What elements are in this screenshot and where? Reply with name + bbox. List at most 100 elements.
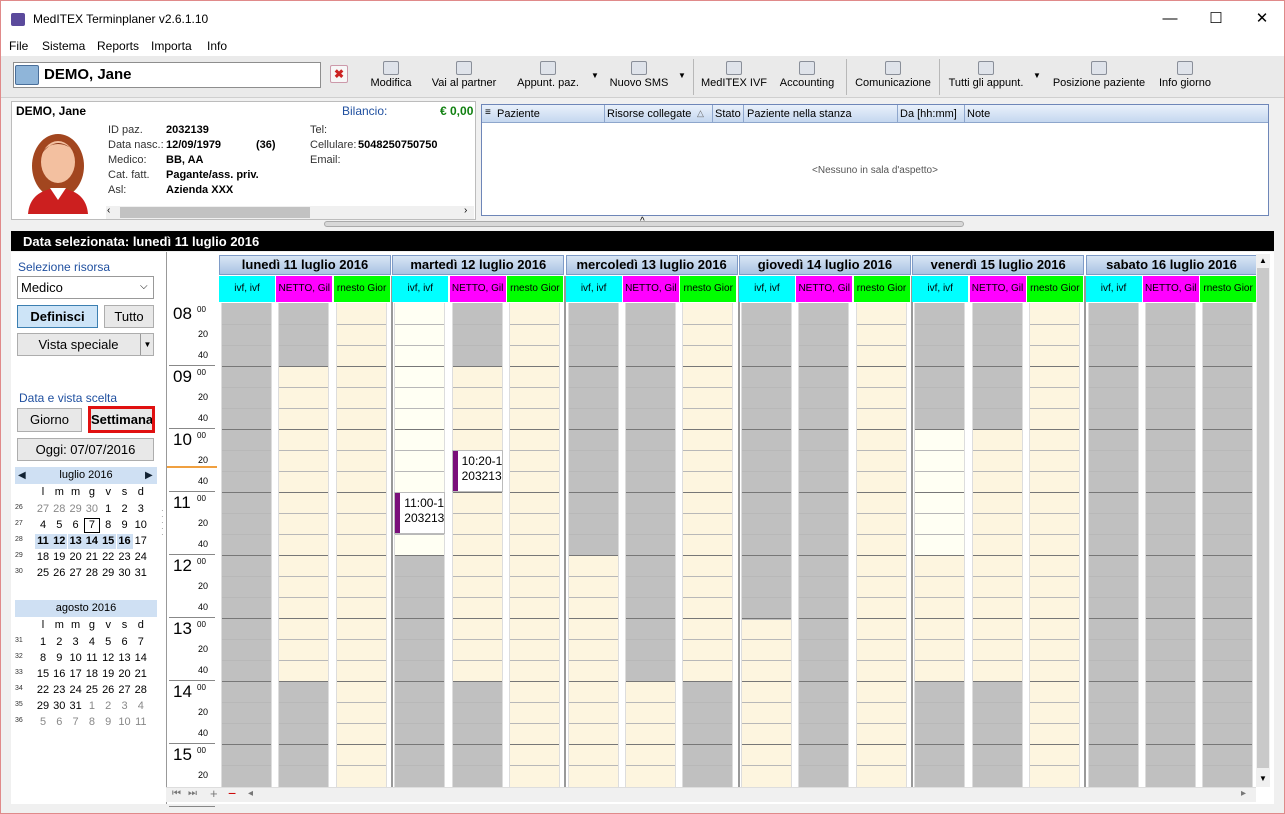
toolbar-appunt-paz[interactable]: Appunt. paz. — [511, 56, 585, 98]
calendar-day[interactable]: 28 — [133, 683, 149, 698]
calendar-day[interactable]: 20 — [117, 667, 133, 682]
calendar-day[interactable]: 12 — [100, 651, 116, 666]
calendar-day[interactable]: 11 — [35, 534, 51, 549]
time-slot-column[interactable] — [1144, 303, 1196, 787]
menu-reports[interactable]: Reports — [97, 39, 139, 53]
time-slot-column[interactable] — [914, 303, 966, 787]
day-header[interactable]: sabato 16 luglio 2016 — [1085, 255, 1258, 275]
time-slot-column[interactable] — [971, 303, 1023, 787]
calendar-day[interactable]: 1 — [35, 635, 51, 650]
calendar-day[interactable]: 22 — [35, 683, 51, 698]
resource-header[interactable]: ivf, ivf — [738, 276, 795, 302]
calendar-day[interactable]: 15 — [35, 667, 51, 682]
toolbar-meditex-ivf[interactable]: MedITEX IVF — [699, 56, 769, 98]
chevron-down-icon[interactable]: ▼ — [140, 334, 154, 355]
col-da[interactable]: Da [hh:mm] — [900, 108, 957, 120]
panel-splitter[interactable]: ^ — [324, 216, 964, 227]
time-slot-column[interactable] — [740, 303, 792, 787]
calendar-day[interactable]: 20 — [68, 550, 84, 565]
calendar-day[interactable]: 15 — [100, 534, 117, 549]
calendar-day[interactable]: 4 — [35, 518, 51, 533]
prev-month-icon[interactable]: ◀ — [18, 467, 26, 484]
calendar-day[interactable]: 31 — [133, 566, 149, 581]
calendar-day[interactable]: 4 — [84, 635, 100, 650]
appointment-block[interactable]: 11:00-1 203213 — [394, 492, 446, 534]
resource-select[interactable]: Medico ⌵ — [17, 276, 154, 299]
resource-header[interactable]: ivf, ivf — [392, 276, 449, 302]
calendar-day[interactable]: 17 — [68, 667, 84, 682]
time-slot-column[interactable] — [624, 303, 676, 787]
scroll-up-icon[interactable]: ▲ — [1259, 256, 1267, 265]
calendar-day[interactable]: 9 — [51, 651, 67, 666]
calendar-day[interactable]: 5 — [51, 518, 67, 533]
toolbar-nuovo-sms[interactable]: Nuovo SMS — [604, 56, 674, 98]
resource-header[interactable]: NETTO, Gil — [796, 276, 853, 302]
scroll-left-icon[interactable]: ◂ — [248, 788, 253, 799]
calendar-day[interactable]: 12 — [51, 534, 68, 549]
special-view-button[interactable]: Vista speciale ▼ — [17, 333, 154, 356]
toolbar-info-giorno[interactable]: Info giorno — [1153, 56, 1217, 98]
time-slot-column[interactable] — [1087, 303, 1139, 787]
col-note[interactable]: Note — [967, 108, 990, 120]
calendar-day[interactable]: 11 — [84, 651, 100, 666]
resource-header[interactable]: rnesto Gior — [506, 276, 563, 302]
resource-header[interactable]: rnesto Gior — [1026, 276, 1083, 302]
remove-icon[interactable]: − — [228, 785, 236, 801]
toolbar-posizione-paziente[interactable]: Posizione paziente — [1049, 56, 1149, 98]
last-icon[interactable]: ⏭ — [188, 788, 197, 799]
calendar-day[interactable]: 5 — [100, 635, 116, 650]
calendar-day[interactable]: 28 — [51, 502, 67, 517]
calendar-day[interactable]: 29 — [100, 566, 116, 581]
calendar-day[interactable]: 16 — [51, 667, 67, 682]
calendar-day[interactable]: 10 — [68, 651, 84, 666]
maximize-button[interactable]: ☐ — [1193, 1, 1239, 37]
calendar-day[interactable]: 16 — [116, 534, 133, 549]
calendar-day[interactable]: 30 — [84, 502, 100, 517]
calendar-day[interactable]: 19 — [100, 667, 116, 682]
calendar-day[interactable]: 3 — [68, 635, 84, 650]
col-paziente[interactable]: Paziente — [497, 108, 540, 120]
calendar-day[interactable]: 6 — [68, 518, 84, 533]
calendar-day[interactable]: 1 — [100, 502, 116, 517]
calendar-day[interactable]: 8 — [35, 651, 51, 666]
calendar-day[interactable]: 23 — [117, 550, 133, 565]
calendar-day[interactable]: 5 — [35, 715, 51, 730]
calendar-day[interactable]: 6 — [51, 715, 67, 730]
calendar-day[interactable]: 27 — [68, 566, 84, 581]
calendar-day[interactable]: 14 — [83, 534, 100, 549]
scroll-right-icon[interactable]: ▸ — [1241, 788, 1246, 799]
calendar-day[interactable]: 3 — [133, 502, 149, 517]
patient-info-scrollbar[interactable]: ‹ › — [106, 205, 474, 219]
calendar-day[interactable]: 8 — [84, 715, 100, 730]
menu-info[interactable]: Info — [207, 39, 227, 53]
schedule-horizontal-scrollbar[interactable]: ⏮ ⏭ + − ◂ ▸ — [166, 785, 1256, 802]
menu-importa[interactable]: Importa — [151, 39, 192, 53]
toolbar-modifica[interactable]: Modifica — [361, 56, 421, 98]
calendar-day[interactable]: 31 — [68, 699, 84, 714]
calendar-day[interactable]: 10 — [117, 715, 133, 730]
col-risorse[interactable]: Risorse collegate — [607, 108, 691, 120]
time-slot-column[interactable] — [335, 303, 387, 787]
time-slot-column[interactable] — [451, 303, 503, 787]
resource-header[interactable]: NETTO, Gil — [276, 276, 333, 302]
chevron-down-icon[interactable]: ▼ — [678, 71, 686, 80]
calendar-day[interactable]: 25 — [84, 683, 100, 698]
calendar-day[interactable]: 10 — [133, 518, 149, 533]
col-stato[interactable]: Stato — [715, 108, 741, 120]
calendar-day[interactable]: 4 — [133, 699, 149, 714]
calendar-day[interactable]: 11 — [133, 715, 149, 730]
resource-header[interactable]: NETTO, Gil — [622, 276, 679, 302]
scroll-right-icon[interactable]: › — [464, 205, 467, 216]
all-button[interactable]: Tutto — [104, 305, 154, 328]
scroll-down-icon[interactable]: ▼ — [1259, 774, 1267, 783]
calendar-day[interactable]: 8 — [100, 518, 116, 533]
day-view-button[interactable]: Giorno — [17, 408, 82, 432]
calendar-day[interactable]: 25 — [35, 566, 51, 581]
resource-header[interactable]: NETTO, Gil — [969, 276, 1026, 302]
calendar-day[interactable]: 18 — [35, 550, 51, 565]
resource-header[interactable]: rnesto Gior — [333, 276, 390, 302]
calendar-day[interactable]: 30 — [117, 566, 133, 581]
today-button[interactable]: Oggi: 07/07/2016 — [17, 438, 154, 461]
toolbar-vai-partner[interactable]: Vai al partner — [426, 56, 502, 98]
chevron-down-icon[interactable]: ▼ — [591, 71, 599, 80]
